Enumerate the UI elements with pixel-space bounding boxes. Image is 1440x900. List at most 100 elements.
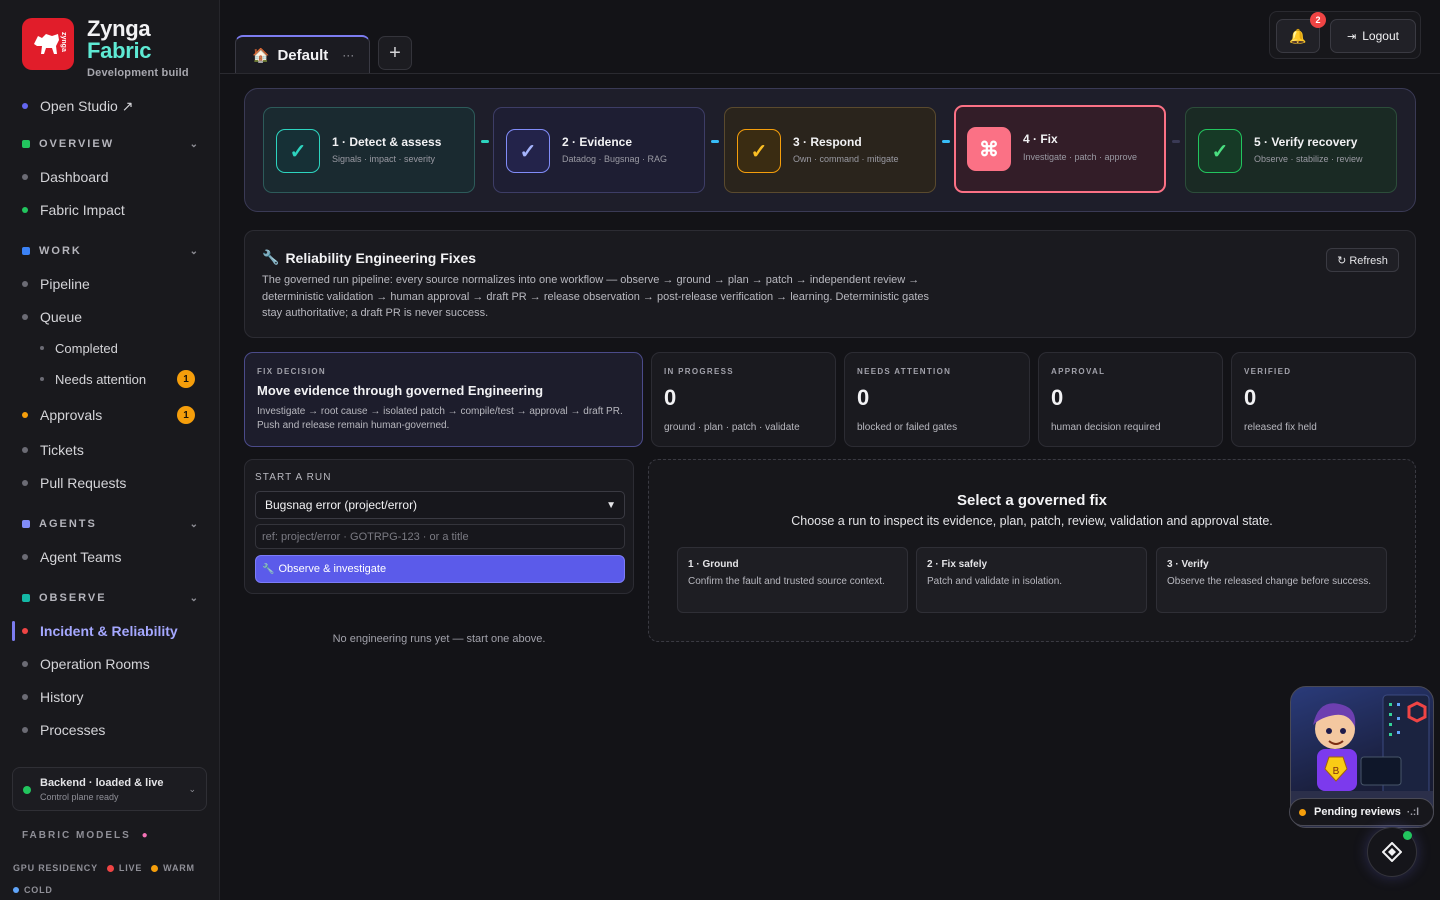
logout-label: Logout — [1362, 29, 1399, 43]
section-marker-icon — [22, 594, 30, 602]
bullet-icon — [22, 281, 28, 287]
add-tab-button[interactable]: + — [378, 36, 412, 70]
stat-approval[interactable]: APPROVAL 0 human decision required — [1038, 352, 1223, 447]
top-actions: 🔔 2 ⇥ Logout — [1269, 11, 1421, 59]
section-agents[interactable]: AGENTS ⌄ — [22, 516, 198, 532]
sidebar-item-dashboard[interactable]: Dashboard — [22, 167, 109, 187]
chevron-down-icon: ⌄ — [189, 518, 198, 530]
backend-subtitle: Control plane ready — [40, 792, 119, 802]
step-respond[interactable]: ✓ 3 · Respond Own · command · mitigate — [724, 107, 936, 193]
sidebar-item-agent-teams[interactable]: Agent Teams — [22, 547, 121, 567]
ref-input[interactable]: ref: project/error · GOTRPG-123 · or a t… — [255, 524, 625, 549]
source-select[interactable]: Bugsnag error (project/error) ▼ — [255, 491, 625, 519]
step-title: 5 · Verify recovery — [1254, 135, 1358, 149]
open-studio-link[interactable]: Open Studio ↗ — [22, 96, 133, 116]
stat-label: IN PROGRESS — [664, 367, 734, 376]
sidebar-item-fabric-impact[interactable]: Fabric Impact — [22, 200, 125, 220]
sidebar-item-completed[interactable]: Completed — [40, 338, 118, 358]
card-body: Investigate → root cause → isolated patc… — [257, 406, 623, 431]
check-icon: ✓ — [506, 129, 550, 173]
section-label: OVERVIEW — [39, 138, 115, 150]
active-indicator — [12, 621, 15, 641]
bullet-icon — [22, 661, 28, 667]
home-icon: 🏠 — [252, 46, 270, 63]
stat-needs-attention[interactable]: NEEDS ATTENTION 0 blocked or failed gate… — [844, 352, 1030, 447]
nav-label: Fabric Impact — [40, 202, 125, 218]
nav-label: Pipeline — [40, 276, 90, 292]
sidebar-item-operation-rooms[interactable]: Operation Rooms — [22, 654, 150, 674]
tab-default[interactable]: 🏠 Default ··· — [235, 35, 370, 73]
sidebar-item-pull-requests[interactable]: Pull Requests — [22, 473, 126, 493]
step-evidence[interactable]: ✓ 2 · Evidence Datadog · Bugsnag · RAG — [493, 107, 705, 193]
card-title: Move evidence through governed Engineeri… — [257, 383, 544, 398]
bullet-icon — [22, 727, 28, 733]
phase-ground: 1 · Ground Confirm the fault and trusted… — [677, 547, 908, 613]
select-fix-title: Select a governed fix — [956, 492, 1108, 509]
command-icon: ⌘ — [967, 127, 1011, 171]
stat-label: NEEDS ATTENTION — [857, 367, 952, 376]
sidebar-item-needs-attention[interactable]: Needs attention — [40, 369, 146, 389]
sidebar-item-history[interactable]: History — [22, 687, 84, 707]
phase-title: 1 · Ground — [688, 559, 739, 570]
approvals-count-badge: 1 — [177, 406, 195, 424]
workflow-stepper: ✓ 1 · Detect & assess Signals · impact ·… — [244, 88, 1416, 212]
sidebar-item-incident-reliability[interactable]: Incident & Reliability — [22, 621, 178, 641]
section-overview[interactable]: OVERVIEW ⌄ — [22, 136, 198, 152]
step-subtitle: Observe · stabilize · review — [1254, 154, 1363, 164]
sidebar-item-queue[interactable]: Queue — [22, 307, 82, 327]
status-led-icon — [23, 786, 31, 794]
refresh-button[interactable]: ↻ Refresh — [1326, 248, 1399, 272]
step-verify[interactable]: ✓ 5 · Verify recovery Observe · stabiliz… — [1185, 107, 1397, 193]
stat-value: 0 — [1244, 385, 1257, 410]
sidebar-item-approvals[interactable]: Approvals — [22, 405, 102, 425]
nav-label: Agent Teams — [40, 549, 122, 565]
nav-label: Operation Rooms — [40, 656, 150, 672]
stat-in-progress[interactable]: IN PROGRESS 0 ground · plan · patch · va… — [651, 352, 836, 447]
bullet-icon — [22, 554, 28, 560]
sidebar-item-processes[interactable]: Processes — [22, 720, 105, 740]
logout-icon: ⇥ — [1347, 30, 1357, 43]
warm-label: WARM — [163, 863, 195, 873]
section-marker-icon — [22, 247, 30, 255]
cold-label: COLD — [24, 885, 53, 895]
chevron-down-icon: ▼ — [606, 499, 616, 511]
stat-verified[interactable]: VERIFIED 0 released fix held — [1231, 352, 1416, 447]
section-work[interactable]: WORK ⌄ — [22, 243, 198, 259]
phase-body: Patch and validate in isolation. — [927, 576, 1063, 587]
logout-button[interactable]: ⇥ Logout — [1330, 19, 1416, 53]
bullet-icon — [22, 174, 28, 180]
fabric-models-heading[interactable]: FABRIC MODELS ● — [22, 830, 148, 841]
build-label: Development build — [87, 67, 189, 79]
nav-label: Tickets — [40, 442, 84, 458]
stat-value: 0 — [857, 385, 870, 410]
step-detect[interactable]: ✓ 1 · Detect & assess Signals · impact ·… — [263, 107, 475, 193]
section-observe[interactable]: OBSERVE ⌄ — [22, 590, 198, 606]
brand[interactable]: zynga Zynga Fabric Development build — [22, 18, 189, 79]
step-fix[interactable]: ⌘ 4 · Fix Investigate · patch · approve — [954, 105, 1166, 193]
svg-text:zynga: zynga — [60, 32, 67, 52]
button-label: Observe & investigate — [278, 563, 387, 575]
nav-label: History — [40, 689, 84, 705]
bullet-icon — [40, 377, 44, 381]
gpu-residency-row: GPU RESIDENCY LIVE WARM — [13, 863, 195, 873]
gpu-residency-label: GPU RESIDENCY — [13, 863, 98, 873]
pending-label: Pending reviews — [1314, 806, 1401, 818]
sidebar-item-pipeline[interactable]: Pipeline — [22, 274, 90, 294]
panel-title-text: Reliability Engineering Fixes — [285, 249, 477, 266]
pending-reviews-pill[interactable]: Pending reviews ·.:l — [1289, 798, 1434, 826]
gpu-cold-row: COLD — [13, 885, 53, 895]
observe-investigate-button[interactable]: 🔧 Observe & investigate — [255, 555, 625, 583]
stat-subtitle: human decision required — [1051, 422, 1161, 433]
more-icon[interactable]: ··· — [342, 48, 354, 62]
phase-body: Confirm the fault and trusted source con… — [688, 576, 885, 587]
backend-status[interactable]: Backend · loaded & live Control plane re… — [12, 767, 207, 811]
fabric-models-label: FABRIC MODELS — [22, 830, 131, 841]
bullet-icon — [22, 447, 28, 453]
card-label: FIX DECISION — [257, 367, 326, 376]
signal-icon: ·.:l — [1406, 806, 1420, 818]
brand-product: Fabric — [87, 38, 152, 63]
live-label: LIVE — [118, 863, 143, 873]
reliability-panel: 🔧 Reliability Engineering Fixes The gove… — [244, 230, 1416, 338]
brain-icon: ● — [141, 830, 148, 841]
sidebar-item-tickets[interactable]: Tickets — [22, 440, 84, 460]
